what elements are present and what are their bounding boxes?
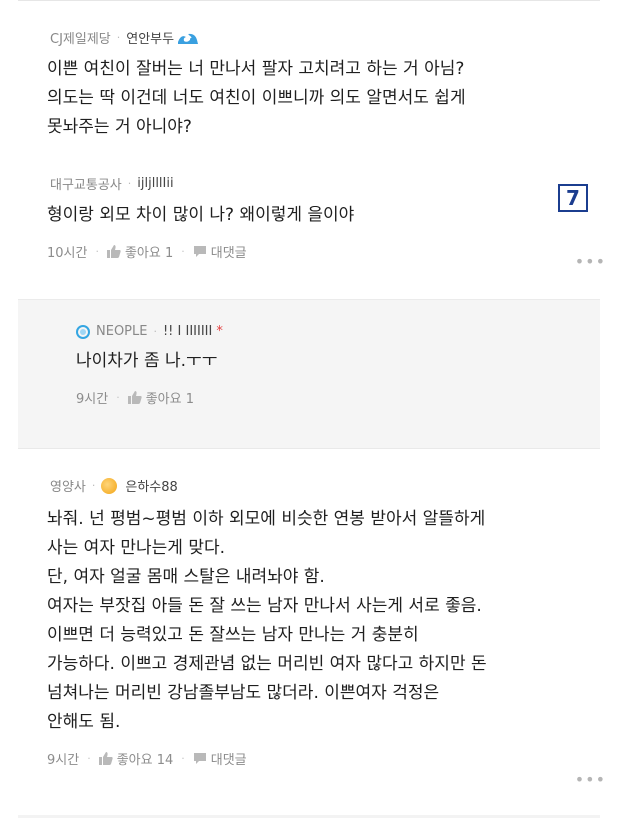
comment-1: CJ제일제당 · 연안부두 이쁜 여친이 잘버는 너 만나서 팔자 고치려고 하… [18, 28, 600, 142]
like-label: 좋아요 14 [116, 753, 174, 768]
like-label: 좋아요 1 [145, 392, 194, 407]
orange-avatar-icon [101, 477, 118, 494]
like-button[interactable]: 좋아요 14 [98, 749, 174, 768]
commenter-org: 영양사 [50, 480, 86, 495]
comment-footer: 10시간 · 좋아요 1 · 대댓글 [18, 242, 600, 261]
footer-separator: · [87, 752, 91, 765]
thumbs-up-icon [106, 245, 121, 258]
comment-text: 형이랑 외모 차이 많이 나? 왜이렇게 을이야 [47, 205, 355, 225]
speech-bubble-icon [193, 246, 206, 257]
comment-text: 이쁜 여친이 잘버는 너 만나서 팔자 고치려고 하는 거 아님? 의도는 딱 … [47, 59, 466, 137]
more-options-button[interactable]: ••• [575, 252, 606, 271]
comment-footer: 9시간 · 좋아요 14 · 대댓글 [18, 749, 600, 768]
speech-bubble-icon [193, 753, 206, 764]
reply-container: NEOPLE · !! I IIIIIII * 나이차가 좀 나.ㅜㅜ 9시간 … [18, 299, 600, 448]
comment-4: 영양사 · 은하수88 놔줘. 넌 평범~평범 이하 외모에 비슷한 연봉 받아… [18, 476, 600, 768]
commenter-org: NEOPLE [96, 324, 148, 339]
comment-meta: 영양사 · 은하수88 [18, 476, 600, 495]
commenter-name[interactable]: 연안부두 [126, 28, 174, 47]
footer-separator: · [181, 245, 185, 258]
footer-separator: · [95, 245, 99, 258]
top-divider [18, 0, 600, 1]
comment-footer: 9시간 · 좋아요 1 [76, 388, 223, 407]
meta-separator: · [127, 177, 132, 190]
comment-text: 놔줘. 넌 평범~평범 이하 외모에 비슷한 연봉 받아서 알뜰하게 사는 여자… [47, 509, 487, 732]
like-button[interactable]: 좋아요 1 [106, 242, 174, 261]
commenter-name[interactable]: ijljlllIii [137, 176, 173, 191]
commenter-name[interactable]: 은하수88 [125, 476, 177, 495]
more-options-button[interactable]: ••• [575, 770, 606, 789]
meta-separator: · [91, 479, 96, 492]
comment-meta: CJ제일제당 · 연안부두 [18, 28, 600, 47]
footer-separator: · [181, 752, 185, 765]
wave-emoji-icon [178, 33, 199, 44]
number-badge: 7 [558, 184, 588, 212]
comment-meta: 대구교통공사 · ijljlllIii [18, 174, 600, 193]
commenter-org: CJ제일제당 [50, 32, 111, 47]
thumbs-up-icon [127, 391, 142, 404]
reply-label: 대댓글 [210, 753, 247, 768]
meta-separator: · [153, 325, 157, 338]
meta-separator: · [116, 31, 121, 44]
author-mark: * [216, 324, 223, 339]
neople-avatar-icon [76, 324, 90, 339]
reply-button[interactable]: 대댓글 [193, 242, 247, 261]
comment-text: 나이차가 좀 나.ㅜㅜ [76, 351, 218, 371]
like-button[interactable]: 좋아요 1 [127, 388, 194, 407]
comment-time: 10시간 [47, 246, 88, 261]
thumbs-up-icon [98, 752, 113, 765]
comment-time: 9시간 [76, 392, 109, 407]
commenter-org: 대구교통공사 [50, 178, 122, 193]
reply-comment: NEOPLE · !! I IIIIIII * 나이차가 좀 나.ㅜㅜ 9시간 … [76, 324, 223, 407]
reply-label: 대댓글 [210, 246, 247, 261]
reply-button[interactable]: 대댓글 [193, 749, 247, 768]
comment-meta: NEOPLE · !! I IIIIIII * [76, 324, 223, 339]
comment-time: 9시간 [47, 753, 80, 768]
comment-2: 대구교통공사 · ijljlllIii 형이랑 외모 차이 많이 나? 왜이렇게… [18, 174, 600, 261]
like-label: 좋아요 1 [124, 246, 174, 261]
footer-separator: · [116, 391, 120, 404]
commenter-name[interactable]: !! I IIIIIII [163, 324, 212, 339]
comment-divider [18, 448, 600, 449]
